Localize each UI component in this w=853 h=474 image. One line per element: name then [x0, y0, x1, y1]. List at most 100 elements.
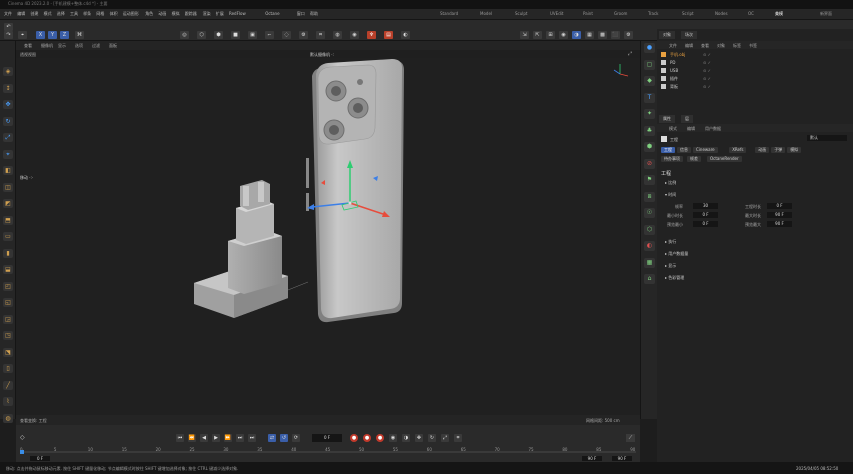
- attributes-menu-item[interactable]: 用户数据: [705, 126, 721, 132]
- object-tool-icon[interactable]: ✦: [644, 109, 655, 119]
- viewport-menu-item[interactable]: 面板: [109, 43, 117, 49]
- left-tool-icon[interactable]: ▯: [3, 364, 13, 373]
- attr-group-header[interactable]: ▸ 色彩管理: [665, 275, 684, 281]
- attr-group-header[interactable]: ▸ 执行: [665, 239, 676, 245]
- visibility-check-icon[interactable]: ⊙ ✓: [703, 60, 711, 65]
- charger-model[interactable]: [194, 180, 288, 318]
- menu-item[interactable]: 编辑: [17, 11, 25, 17]
- toolbar-tool-icon[interactable]: ◌: [282, 31, 291, 39]
- visibility-check-icon[interactable]: ⊙ ✓: [703, 52, 711, 57]
- left-tool-icon[interactable]: ▭: [3, 232, 13, 241]
- object-tool-icon[interactable]: ⧈: [644, 191, 655, 202]
- menu-item[interactable]: 模式: [44, 11, 52, 17]
- attributes-tab[interactable]: 层: [681, 115, 693, 123]
- objects-menu-item[interactable]: 文件: [669, 43, 677, 49]
- layout-tab[interactable]: Sculpt: [515, 11, 528, 16]
- object-tool-icon[interactable]: ◐: [644, 241, 655, 251]
- attributes-menu-item[interactable]: 编辑: [687, 126, 695, 132]
- attr-category-tab[interactable]: 信息: [677, 147, 691, 153]
- field-value[interactable]: 90 F: [767, 221, 792, 227]
- axis-lock-z-button[interactable]: Z: [60, 31, 69, 39]
- menu-item[interactable]: 运动图形: [123, 11, 139, 17]
- attr-category-tab[interactable]: 动画: [755, 147, 770, 153]
- playback-control-icon[interactable]: ▶: [212, 434, 220, 442]
- left-tool-icon[interactable]: ⬒: [3, 215, 13, 225]
- objects-menu-item[interactable]: 标签: [733, 43, 741, 49]
- layout-tab[interactable]: Model: [480, 11, 492, 16]
- attr-category-tab[interactable]: 待办事项: [661, 156, 683, 162]
- attributes-menu-item[interactable]: 模式: [669, 126, 677, 132]
- object-tool-icon[interactable]: ♣: [644, 125, 655, 136]
- record-tool-icon[interactable]: ⌗: [454, 434, 462, 442]
- toolbar-tool-icon[interactable]: ▤: [384, 31, 393, 39]
- attr-group-header[interactable]: ▸ 显示: [665, 263, 676, 269]
- left-tool-icon[interactable]: ↻: [3, 116, 13, 126]
- record-tool-icon[interactable]: ◑: [402, 434, 410, 442]
- loop-mode-icon[interactable]: ↺: [280, 434, 288, 442]
- object-tool-icon[interactable]: ◆: [644, 76, 655, 86]
- layout-tab[interactable]: UVEdit: [550, 11, 563, 16]
- objects-menu-item[interactable]: 编辑: [685, 43, 693, 49]
- menu-item[interactable]: RedFlow: [229, 11, 246, 16]
- left-tool-icon[interactable]: ⌖: [3, 149, 13, 159]
- menu-item[interactable]: 文件: [4, 11, 12, 17]
- left-tool-icon[interactable]: ◫: [3, 182, 13, 192]
- left-tool-icon[interactable]: ⬔: [3, 347, 13, 357]
- undo-icon[interactable]: ↶: [4, 23, 13, 31]
- loop-mode-icon[interactable]: ⟳: [292, 434, 300, 442]
- render-tool-icon[interactable]: ⇲: [520, 31, 529, 39]
- menu-item[interactable]: 动画: [158, 11, 166, 17]
- layout-tab[interactable]: OC: [748, 11, 754, 16]
- object-tool-icon[interactable]: T: [644, 92, 655, 103]
- record-tool-icon[interactable]: ◉: [389, 434, 397, 442]
- toolbar-tool-icon[interactable]: ⚙: [299, 31, 308, 39]
- object-row[interactable]: 手机.obj ⊙ ✓: [659, 51, 849, 58]
- attr-category-tab[interactable]: XRefs: [729, 147, 747, 153]
- record-tool-icon[interactable]: ⤢: [441, 434, 449, 442]
- toolbar-tool-icon[interactable]: ■: [231, 31, 240, 39]
- left-tool-icon[interactable]: ◱: [3, 298, 13, 307]
- layout-tab[interactable]: Script: [682, 11, 694, 16]
- viewport-menu-item[interactable]: 显示: [58, 43, 66, 49]
- object-row[interactable]: PD ⊙ ✓: [659, 59, 849, 66]
- playback-control-icon[interactable]: ◀: [200, 434, 208, 442]
- render-tool-icon[interactable]: ⬛: [611, 31, 620, 39]
- layout-tab[interactable]: Standard: [440, 11, 458, 16]
- menu-item[interactable]: 跟踪器: [185, 11, 197, 17]
- attributes-tab[interactable]: 属性: [659, 115, 675, 123]
- attr-category-tab[interactable]: 帧差: [687, 156, 701, 162]
- menu-item[interactable]: 样条: [83, 11, 91, 17]
- toolbar-tool-icon[interactable]: ⬡: [197, 31, 206, 39]
- playback-control-icon[interactable]: ⏭: [248, 434, 256, 442]
- timeline-view-icon[interactable]: ⟋: [626, 434, 635, 442]
- layout-tab[interactable]: 美模: [775, 11, 783, 17]
- field-value[interactable]: 0 F: [693, 212, 718, 218]
- attr-group-header[interactable]: ▾ 时间: [665, 192, 676, 198]
- menu-item[interactable]: Octane: [265, 11, 279, 16]
- object-tool-icon[interactable]: ☉: [644, 208, 655, 218]
- menu-item[interactable]: 角色: [145, 11, 153, 17]
- render-tool-icon[interactable]: ▦: [585, 31, 594, 39]
- field-value[interactable]: 90 F: [767, 212, 792, 218]
- left-tool-icon[interactable]: ╱: [3, 380, 13, 390]
- render-tool-icon[interactable]: ⊞: [546, 31, 555, 39]
- left-tool-icon[interactable]: ↕: [3, 83, 13, 93]
- axis-lock-y-button[interactable]: Y: [48, 31, 57, 39]
- left-tool-icon[interactable]: ◩: [3, 199, 13, 208]
- toolbar-tool-icon[interactable]: ⬢: [214, 31, 223, 39]
- menu-item[interactable]: 窗口: [297, 11, 305, 17]
- attr-category-tab[interactable]: Cineware: [693, 147, 718, 153]
- attr-group-header[interactable]: ▸ 比例: [665, 180, 676, 186]
- objects-tab[interactable]: 场次: [681, 31, 697, 39]
- playback-control-icon[interactable]: ⏪: [188, 434, 196, 442]
- render-tool-icon[interactable]: ⚙: [624, 31, 633, 39]
- toolbar-tool-icon[interactable]: ⌗: [316, 31, 325, 39]
- left-tool-icon[interactable]: ⤢: [3, 133, 13, 142]
- field-value[interactable]: 30: [693, 203, 718, 209]
- layout-tab[interactable]: Track: [648, 11, 658, 16]
- left-tool-icon[interactable]: ◰: [3, 281, 13, 291]
- menu-item[interactable]: 工具: [70, 11, 78, 17]
- current-frame-field[interactable]: 0 F: [312, 434, 342, 442]
- toolbar-tool-icon[interactable]: ◍: [333, 31, 342, 39]
- viewport-menu-item[interactable]: 选项: [75, 43, 83, 49]
